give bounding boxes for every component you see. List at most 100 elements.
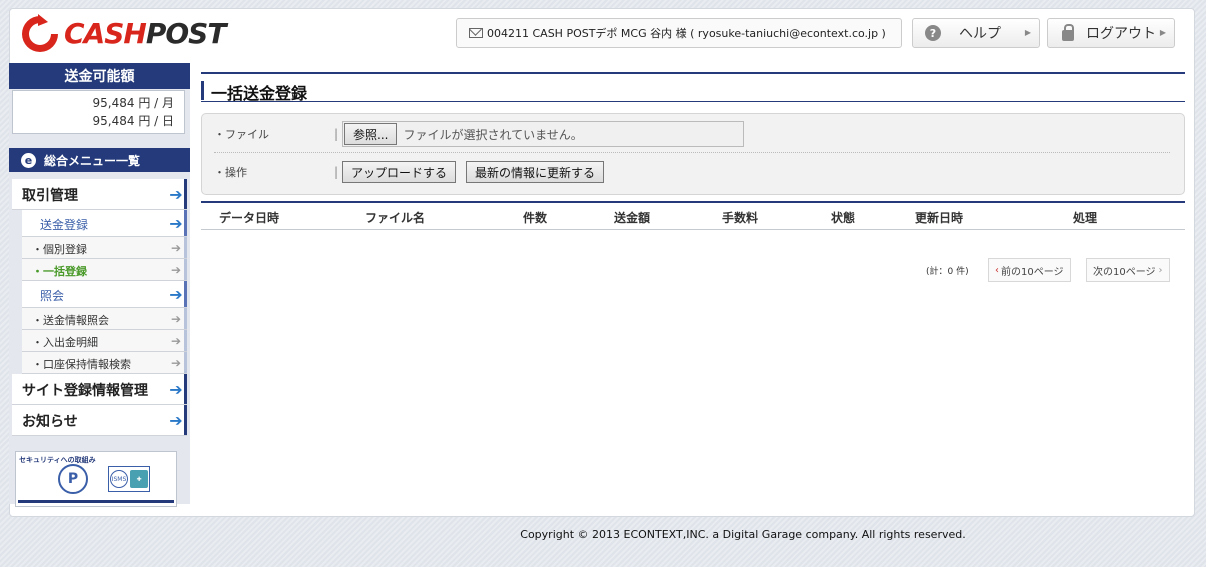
chevron-right-icon: ▶ bbox=[1024, 28, 1031, 37]
sidebar-item-inquiry[interactable]: 照会 ➔ bbox=[22, 281, 187, 308]
sidebar-item-label: ・一括登録 bbox=[32, 265, 87, 278]
label-separator: | bbox=[334, 127, 339, 141]
transfer-limit-title: 送金可能額 bbox=[9, 63, 190, 89]
arrow-right-icon: ➔ bbox=[169, 284, 183, 304]
sidebar-item-label: ・送金情報照会 bbox=[32, 314, 109, 327]
sidebar-item-remittance-inquiry[interactable]: ・送金情報照会 ➔ bbox=[22, 308, 187, 330]
arrow-right-icon: ➔ bbox=[169, 184, 183, 204]
logo-text-post: POST bbox=[145, 17, 227, 50]
arrow-right-icon: ➔ bbox=[169, 213, 183, 233]
sidebar-item-site-management[interactable]: サイト登録情報管理 ➔ bbox=[12, 374, 187, 405]
logout-button[interactable]: ログアウト ▶ bbox=[1047, 18, 1175, 48]
logo-text-cash: CASH bbox=[64, 17, 147, 50]
arrow-right-icon: ➔ bbox=[170, 262, 182, 277]
sidebar-item-label: サイト登録情報管理 bbox=[22, 383, 148, 399]
sidebar-item-transactions[interactable]: 取引管理 ➔ bbox=[12, 179, 187, 210]
column-header[interactable]: 件数 bbox=[523, 209, 547, 226]
sidebar-item-label: 送金登録 bbox=[40, 218, 89, 232]
security-badges[interactable]: セキュリティへの取組み P ISMS ✚ bbox=[15, 451, 177, 507]
column-header[interactable]: 処理 bbox=[1073, 209, 1097, 226]
user-info-box: 004211 CASH POSTデポ MCG 谷内 様 ( ryosuke-ta… bbox=[456, 18, 902, 48]
chevron-right-icon: › bbox=[1158, 264, 1163, 276]
upload-form: ・ファイル | 参照... ファイルが選択されていません。 ・操作 | アップロ… bbox=[201, 113, 1185, 195]
arrow-right-icon: ➔ bbox=[169, 379, 183, 399]
table-header: データ日時 ファイル名 件数 送金額 手数料 状態 更新日時 処理 bbox=[201, 201, 1185, 230]
limit-per-month: 95,484 円 / 月 bbox=[92, 96, 174, 110]
column-header[interactable]: 更新日時 bbox=[915, 209, 963, 226]
menu-header-label: 総合メニュー一覧 bbox=[44, 153, 141, 168]
column-header[interactable]: 手数料 bbox=[722, 209, 758, 226]
result-count: (計：0 件) bbox=[926, 266, 969, 277]
logout-label: ログアウト bbox=[1086, 26, 1156, 42]
label-separator: | bbox=[334, 165, 339, 179]
file-row: ・ファイル | 参照... ファイルが選択されていません。 bbox=[214, 116, 1170, 153]
arrow-right-icon: ➔ bbox=[170, 355, 182, 370]
operation-label: 操作 bbox=[225, 166, 247, 179]
file-label: ファイル bbox=[225, 128, 269, 141]
limit-per-day: 95,484 円 / 日 bbox=[92, 114, 174, 128]
file-input[interactable]: 参照... ファイルが選択されていません。 bbox=[342, 121, 744, 147]
upload-button[interactable]: アップロードする bbox=[342, 161, 457, 183]
next-page-button[interactable]: 次の10ページ › bbox=[1086, 258, 1170, 282]
column-header[interactable]: データ日時 bbox=[219, 209, 279, 226]
nav-accent-bar bbox=[184, 237, 187, 258]
chevron-right-icon: ▶ bbox=[1159, 28, 1166, 37]
nav-accent-bar bbox=[184, 308, 187, 329]
help-button[interactable]: ? ヘルプ ▶ bbox=[912, 18, 1040, 48]
nav-accent-bar bbox=[184, 179, 187, 209]
next-page-label: 次の10ページ bbox=[1093, 266, 1156, 278]
column-header[interactable]: 送金額 bbox=[614, 209, 650, 226]
file-label-wrap: ・ファイル bbox=[214, 128, 269, 141]
nav-accent-bar bbox=[184, 281, 187, 307]
arrow-right-icon: ➔ bbox=[170, 311, 182, 326]
menu-header: e 総合メニュー一覧 bbox=[9, 148, 190, 172]
footer-copyright: Copyright © 2013 ECONTEXT,INC. a Digital… bbox=[520, 528, 966, 541]
mail-icon bbox=[469, 28, 483, 38]
lock-icon bbox=[1062, 23, 1074, 41]
sidebar-item-label: 照会 bbox=[40, 289, 65, 303]
sidebar-item-label: ・個別登録 bbox=[32, 243, 87, 256]
sidebar-item-label: ・口座保持情報検索 bbox=[32, 358, 131, 371]
sidebar-item-account-search[interactable]: ・口座保持情報検索 ➔ bbox=[22, 352, 187, 374]
help-label: ヘルプ bbox=[959, 26, 1001, 42]
sidebar-item-label: 取引管理 bbox=[22, 188, 78, 204]
prev-page-button[interactable]: ‹ 前の10ページ bbox=[988, 258, 1071, 282]
sidebar-item-remittance[interactable]: 送金登録 ➔ bbox=[22, 210, 187, 237]
help-icon: ? bbox=[925, 25, 941, 41]
sidebar-item-label: お知らせ bbox=[22, 414, 78, 430]
sidebar-item-statement[interactable]: ・入出金明細 ➔ bbox=[22, 330, 187, 352]
arrow-right-icon: ➔ bbox=[170, 333, 182, 348]
chevron-left-icon: ‹ bbox=[995, 264, 999, 276]
nav-accent-bar bbox=[184, 374, 187, 404]
sidebar-item-label: ・入出金明細 bbox=[32, 336, 98, 349]
nav-accent-bar bbox=[184, 259, 187, 280]
prev-page-label: 前の10ページ bbox=[1001, 266, 1064, 278]
nav-accent-bar bbox=[184, 330, 187, 351]
nav-accent-bar bbox=[184, 210, 187, 236]
sidebar-nav: 取引管理 ➔ 送金登録 ➔ ・個別登録 ➔ ・一括登録 ➔ 照会 ➔ ・送金情報… bbox=[12, 179, 187, 436]
refresh-button[interactable]: 最新の情報に更新する bbox=[466, 161, 605, 183]
column-header[interactable]: 状態 bbox=[831, 209, 855, 226]
isms-certification-icon: ISMS ✚ bbox=[108, 466, 150, 492]
badge-bottom-bar bbox=[18, 500, 174, 503]
security-title: セキュリティへの取組み bbox=[19, 456, 96, 464]
e-logo-icon: e bbox=[21, 152, 36, 168]
cashpost-logo[interactable]: CASHPOST bbox=[18, 12, 308, 56]
operation-label-wrap: ・操作 bbox=[214, 166, 247, 179]
page-title: 一括送金登録 bbox=[201, 72, 1185, 103]
logo-swirl-icon bbox=[22, 14, 58, 52]
operation-row: ・操作 | アップロードする 最新の情報に更新する bbox=[214, 157, 1170, 187]
nav-accent-bar bbox=[184, 405, 187, 435]
sidebar-item-notices[interactable]: お知らせ ➔ bbox=[12, 405, 187, 436]
transfer-limit-box: 95,484 円 / 月 95,484 円 / 日 bbox=[12, 90, 185, 134]
sidebar-item-bulk-registration[interactable]: ・一括登録 ➔ bbox=[22, 259, 187, 281]
column-header[interactable]: ファイル名 bbox=[365, 209, 425, 226]
privacy-mark-icon: P bbox=[58, 464, 88, 494]
browse-button[interactable]: 参照... bbox=[344, 123, 398, 145]
arrow-right-icon: ➔ bbox=[169, 410, 183, 430]
sidebar: 送金可能額 95,484 円 / 月 95,484 円 / 日 e 総合メニュー… bbox=[9, 63, 190, 507]
file-placeholder: ファイルが選択されていません。 bbox=[403, 127, 583, 142]
sidebar-item-individual-registration[interactable]: ・個別登録 ➔ bbox=[22, 237, 187, 259]
user-info-text: 004211 CASH POSTデポ MCG 谷内 様 ( ryosuke-ta… bbox=[487, 27, 886, 40]
arrow-right-icon: ➔ bbox=[170, 240, 182, 255]
